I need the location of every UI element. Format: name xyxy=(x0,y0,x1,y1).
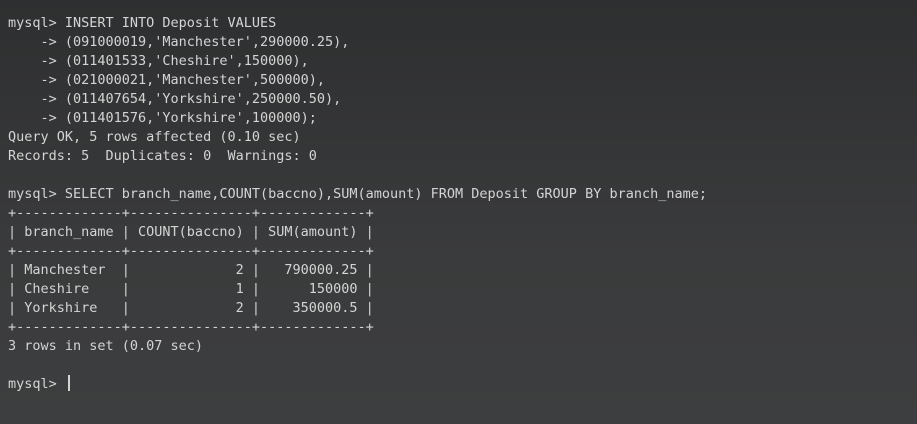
table-border-bottom: +-------------+---------------+---------… xyxy=(8,319,374,335)
query-ok-message: Query OK, 5 rows affected (0.10 sec) xyxy=(8,129,301,145)
active-prompt-line[interactable]: mysql> xyxy=(8,375,917,394)
insert-command: mysql> INSERT INTO Deposit VALUES xyxy=(8,15,277,31)
terminal-window[interactable]: mysql> INSERT INTO Deposit VALUES -> (09… xyxy=(0,0,917,424)
insert-values-row-1: -> (091000019,'Manchester',290000.25), xyxy=(8,34,350,50)
table-row-cheshire: | Cheshire | 1 | 150000 | xyxy=(8,281,374,297)
select-command: mysql> SELECT branch_name,COUNT(baccno),… xyxy=(8,186,707,202)
prompt-label: mysql> xyxy=(8,376,65,392)
insert-values-row-4: -> (011407654,'Yorkshire',250000.50), xyxy=(8,91,342,107)
insert-values-row-3: -> (021000021,'Manchester',500000), xyxy=(8,72,325,88)
text-cursor xyxy=(67,375,70,391)
table-header-row: | branch_name | COUNT(baccno) | SUM(amou… xyxy=(8,224,374,240)
records-summary: Records: 5 Duplicates: 0 Warnings: 0 xyxy=(8,148,317,164)
rows-in-set-message: 3 rows in set (0.07 sec) xyxy=(8,338,204,354)
table-border-top: +-------------+---------------+---------… xyxy=(8,205,374,221)
insert-values-row-5: -> (011401576,'Yorkshire',100000); xyxy=(8,110,317,126)
insert-values-row-2: -> (011401533,'Cheshire',150000), xyxy=(8,53,309,69)
table-row-manchester: | Manchester | 2 | 790000.25 | xyxy=(8,262,374,278)
table-border-header: +-------------+---------------+---------… xyxy=(8,243,374,259)
table-row-yorkshire: | Yorkshire | 2 | 350000.5 | xyxy=(8,300,374,316)
